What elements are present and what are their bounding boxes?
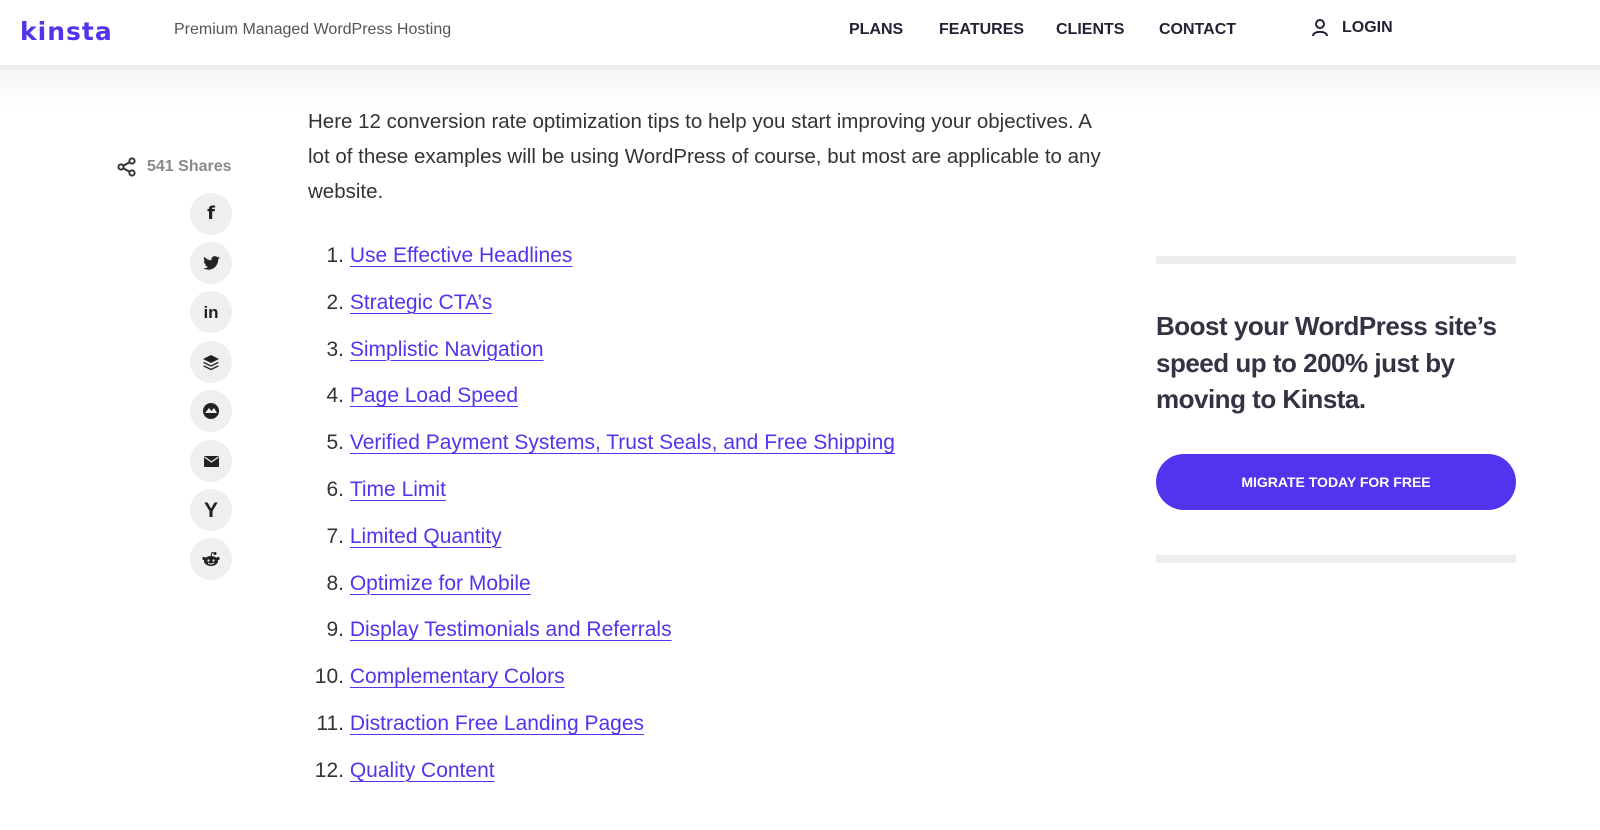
buffer-share-button[interactable] [190,341,232,383]
tip-list-item: 10. Complementary Colors [308,665,895,712]
tip-link[interactable]: Complementary Colors [350,665,565,689]
tip-link[interactable]: Distraction Free Landing Pages [350,712,644,736]
reddit-share-button[interactable] [190,538,232,580]
tip-list-item: 7. Limited Quantity [308,525,895,572]
login-label: LOGIN [1342,19,1393,36]
flipboard-share-button[interactable] [190,390,232,432]
tip-number: 7. [326,524,344,548]
tip-number: 5. [326,431,344,455]
tip-number: 11. [316,711,344,735]
share-icon [117,157,136,177]
tip-list-item: 6. Time Limit [308,478,895,525]
tip-link[interactable]: Time Limit [350,478,446,502]
login-link[interactable]: LOGIN [1312,19,1393,37]
tip-link[interactable]: Display Testimonials and Referrals [350,618,672,642]
tip-number: 2. [326,290,344,314]
sidebar-divider-bottom [1156,555,1516,563]
tip-list-item: 4. Page Load Speed [308,384,895,431]
twitter-icon [202,256,220,270]
tip-list-item: 5. Verified Payment Systems, Trust Seals… [308,431,895,478]
flipboard-icon [203,403,219,419]
tip-number: 6. [326,477,344,501]
facebook-share-button[interactable]: f [190,193,232,235]
tip-number: 8. [326,571,344,595]
buffer-icon [203,354,219,370]
tip-number: 1. [326,244,344,267]
tip-link[interactable]: Simplistic Navigation [350,338,544,362]
nav-contact[interactable]: CONTACT [1159,21,1236,39]
tip-link[interactable]: Use Effective Headlines [350,244,573,268]
tip-link[interactable]: Strategic CTA’s [350,291,492,315]
tip-link[interactable]: Quality Content [350,759,495,783]
tip-link[interactable]: Limited Quantity [350,525,502,549]
tip-link[interactable]: Optimize for Mobile [350,572,531,596]
promo-title: Boost your WordPress site’s speed up to … [1156,311,1497,414]
kinsta-logo[interactable]: kinsta [20,17,113,46]
email-icon [203,455,219,467]
tip-link[interactable]: Verified Payment Systems, Trust Seals, a… [350,431,895,455]
linkedin-icon: in [203,302,219,322]
sidebar-divider-top [1156,256,1516,264]
migrate-button[interactable]: MIGRATE TODAY FOR FREE [1156,454,1516,510]
share-count-label: 541 Shares [147,158,232,175]
share-count: 541 Shares [117,157,232,177]
email-share-button[interactable] [190,440,232,482]
user-icon [1312,19,1328,37]
tip-number: 4. [326,384,344,408]
tip-number: 12. [314,758,344,782]
article-intro: Here 12 conversion rate optimization tip… [308,110,1101,203]
nav-plans[interactable]: PLANS [849,21,903,39]
tip-list-item: 1. Use Effective Headlines [308,244,895,291]
tip-number: 9. [326,618,344,642]
hacker-news-icon: Y [203,498,218,522]
tip-list-item: 12. Quality Content [308,759,895,806]
hacker-news-share-button[interactable]: Y [190,489,232,531]
tip-list-item: 11. Distraction Free Landing Pages [308,712,895,759]
nav-features[interactable]: FEATURES [939,21,1024,39]
site-header: kinsta Premium Managed WordPress Hosting… [0,0,1600,65]
site-tagline: Premium Managed WordPress Hosting [174,21,452,38]
tip-list-item: 3. Simplistic Navigation [308,338,895,385]
tip-list-item: 2. Strategic CTA’s [308,291,895,338]
facebook-icon: f [207,203,215,224]
nav-clients[interactable]: CLIENTS [1056,21,1124,39]
tip-link[interactable]: Page Load Speed [350,384,518,408]
reddit-icon [202,551,220,566]
tip-list-item: 8. Optimize for Mobile [308,572,895,619]
tips-list: 1. Use Effective Headlines 2. Strategic C… [308,244,895,806]
twitter-share-button[interactable] [190,242,232,284]
tip-list-item: 9. Display Testimonials and Referrals [308,618,895,665]
linkedin-share-button[interactable]: in [190,291,232,333]
tip-number: 3. [326,337,344,361]
tip-number: 10. [314,665,344,689]
